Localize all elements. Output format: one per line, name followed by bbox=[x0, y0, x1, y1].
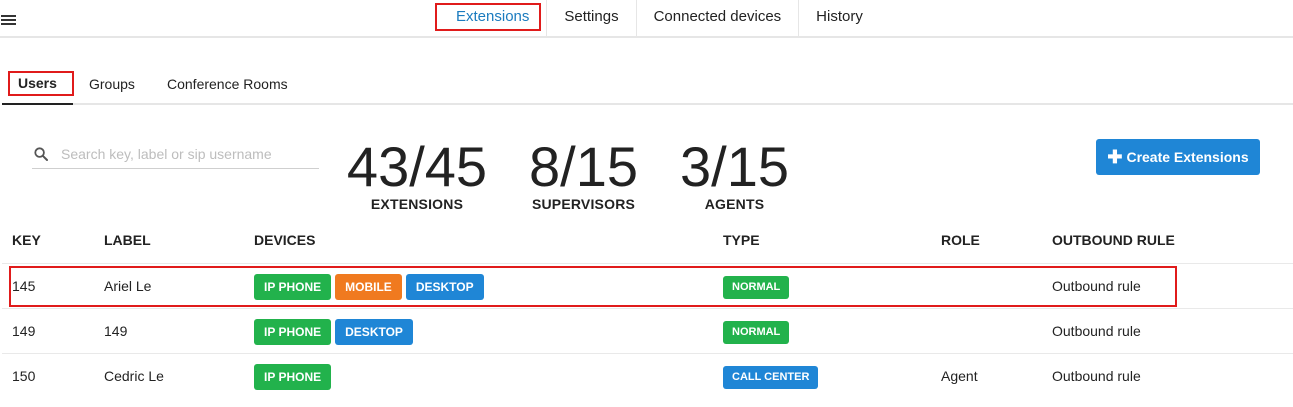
column-header-type[interactable]: TYPE bbox=[723, 232, 760, 248]
cell-devices: IP PHONE MOBILE DESKTOP bbox=[254, 274, 488, 300]
search-icon bbox=[34, 147, 48, 161]
type-badge: NORMAL bbox=[723, 276, 790, 299]
cell-label: 149 bbox=[104, 323, 128, 339]
top-navigation: Extensions Settings Connected devices Hi… bbox=[0, 0, 1293, 38]
cell-key: 145 bbox=[12, 278, 36, 294]
extensions-stat: 43/45 EXTENSIONS bbox=[346, 135, 488, 213]
column-header-key[interactable]: KEY bbox=[12, 232, 41, 248]
device-badge-mobile: MOBILE bbox=[335, 274, 402, 300]
cell-devices: IP PHONE bbox=[254, 364, 335, 390]
cell-type: NORMAL bbox=[723, 321, 793, 344]
sub-tabs: Users Groups Conference Rooms bbox=[2, 64, 1293, 105]
type-badge: CALL CENTER bbox=[723, 366, 819, 389]
cell-key: 150 bbox=[12, 368, 36, 384]
column-header-label[interactable]: LABEL bbox=[104, 232, 151, 248]
supervisors-count: 8/15 bbox=[529, 135, 638, 198]
device-badge-desktop: DESKTOP bbox=[335, 319, 413, 345]
device-badge-ip-phone: IP PHONE bbox=[254, 274, 332, 300]
cell-role: Agent bbox=[941, 368, 978, 384]
tab-history[interactable]: History bbox=[799, 0, 880, 37]
subtab-users[interactable]: Users bbox=[2, 64, 74, 105]
main-tabs: Extensions Settings Connected devices Hi… bbox=[435, 0, 880, 37]
cell-type: NORMAL bbox=[723, 276, 793, 299]
cell-outbound-rule: Outbound rule bbox=[1052, 323, 1141, 339]
tab-connected-devices[interactable]: Connected devices bbox=[637, 0, 800, 37]
supervisors-label: SUPERVISORS bbox=[531, 196, 636, 212]
device-badge-ip-phone: IP PHONE bbox=[254, 319, 332, 345]
extensions-label: EXTENSIONS bbox=[370, 196, 464, 212]
table-row[interactable]: 150 Cedric Le IP PHONE CALL CENTER Agent… bbox=[2, 353, 1293, 398]
create-extensions-label: Create Extensions bbox=[1126, 149, 1249, 165]
cell-key: 149 bbox=[12, 323, 36, 339]
plus-icon: ✚ bbox=[1107, 147, 1123, 167]
search-input[interactable] bbox=[61, 143, 311, 165]
device-badge-ip-phone: IP PHONE bbox=[254, 364, 332, 390]
search-box bbox=[32, 140, 319, 169]
column-header-devices[interactable]: DEVICES bbox=[254, 232, 315, 248]
column-header-role[interactable]: ROLE bbox=[941, 232, 980, 248]
agents-count: 3/15 bbox=[680, 135, 789, 198]
tab-extensions[interactable]: Extensions bbox=[435, 3, 542, 31]
supervisors-stat: 8/15 SUPERVISORS bbox=[527, 135, 640, 213]
cell-devices: IP PHONE DESKTOP bbox=[254, 319, 417, 345]
cell-outbound-rule: Outbound rule bbox=[1052, 368, 1141, 384]
subtab-users-label: Users bbox=[8, 71, 74, 96]
device-badge-desktop: DESKTOP bbox=[405, 274, 484, 300]
menu-icon[interactable] bbox=[1, 15, 17, 27]
subtab-groups[interactable]: Groups bbox=[89, 64, 135, 103]
create-extensions-button[interactable]: ✚ Create Extensions bbox=[1096, 139, 1260, 175]
subtab-conference-rooms[interactable]: Conference Rooms bbox=[167, 64, 288, 103]
column-header-outbound-rule[interactable]: OUTBOUND RULE bbox=[1052, 232, 1175, 248]
type-badge: NORMAL bbox=[723, 321, 790, 344]
cell-type: CALL CENTER bbox=[723, 366, 822, 389]
agents-label: AGENTS bbox=[704, 196, 765, 212]
table-row[interactable]: 149 149 IP PHONE DESKTOP NORMAL Outbound… bbox=[2, 308, 1293, 353]
table-row[interactable]: 145 Ariel Le IP PHONE MOBILE DESKTOP NOR… bbox=[2, 263, 1293, 308]
tab-settings[interactable]: Settings bbox=[546, 0, 637, 37]
agents-stat: 3/15 AGENTS bbox=[678, 135, 791, 213]
extensions-count: 43/45 bbox=[346, 135, 488, 198]
cell-label: Cedric Le bbox=[104, 368, 164, 384]
cell-label: Ariel Le bbox=[104, 278, 152, 294]
cell-outbound-rule: Outbound rule bbox=[1052, 278, 1141, 294]
